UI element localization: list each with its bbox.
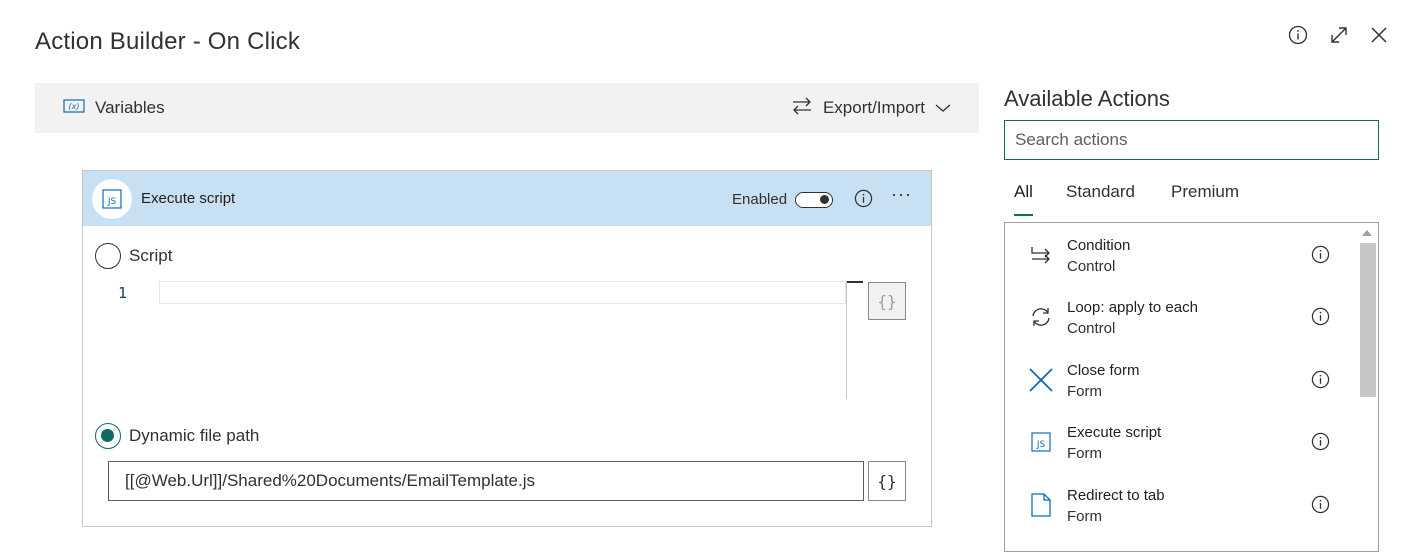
info-icon[interactable] <box>1311 495 1330 519</box>
info-icon[interactable] <box>1311 307 1330 331</box>
list-item-category: Form <box>1067 383 1102 400</box>
list-item-redirect-to-tab[interactable]: Redirect to tab Form <box>1005 477 1355 539</box>
tab-all[interactable]: All <box>1014 180 1033 216</box>
script-radio[interactable] <box>95 243 121 269</box>
scrollbar-thumb[interactable] <box>1360 243 1376 397</box>
actions-scrollbar[interactable] <box>1357 223 1378 551</box>
variables-label: Variables <box>95 98 165 117</box>
list-item-close-form[interactable]: Close form Form <box>1005 352 1355 414</box>
script-option-label: Script <box>129 246 173 265</box>
actions-list: Condition Control Loop: apply to each Co… <box>1004 222 1379 552</box>
script-editor[interactable] <box>159 281 846 399</box>
list-item-execute-script[interactable]: JS Execute script Form <box>1005 414 1355 476</box>
script-option[interactable]: Script <box>95 243 172 269</box>
dynamic-file-path-radio[interactable] <box>95 423 121 449</box>
list-item-name: Execute script <box>1067 424 1162 441</box>
list-item-name: Loop: apply to each <box>1067 299 1198 316</box>
enabled-label: Enabled <box>732 191 788 208</box>
variables-button[interactable]: (x) Variables <box>63 83 165 133</box>
list-item-category: Form <box>1067 445 1102 462</box>
tab-standard[interactable]: Standard <box>1066 180 1135 216</box>
available-actions-title: Available Actions <box>1004 86 1170 111</box>
js-icon: JS <box>1027 428 1055 456</box>
editor-scrollbar-thumb[interactable] <box>847 281 863 283</box>
dynamic-file-path-option[interactable]: Dynamic file path <box>95 423 259 449</box>
path-dynamic-content-button[interactable]: {} <box>868 461 906 501</box>
page-title: Action Builder - On Click <box>35 28 301 55</box>
action-card-header: JS Execute script Enabled ··· <box>83 171 931 226</box>
condition-icon <box>1027 241 1055 269</box>
info-button[interactable] <box>1285 22 1311 48</box>
enabled-toggle[interactable] <box>795 192 833 208</box>
export-import-label: Export/Import <box>822 98 925 117</box>
list-item-category: Form <box>1067 508 1102 525</box>
list-item-loop[interactable]: Loop: apply to each Control <box>1005 289 1355 351</box>
editor-scrollbar[interactable] <box>846 281 847 399</box>
file-path-input[interactable]: [[@Web.Url]]/Shared%20Documents/EmailTem… <box>108 461 864 501</box>
tab-premium[interactable]: Premium <box>1171 180 1239 216</box>
list-item-name: Condition <box>1067 237 1131 254</box>
js-icon: JS <box>92 179 132 219</box>
list-item-category: Control <box>1067 258 1116 275</box>
list-item-condition[interactable]: Condition Control <box>1005 227 1355 289</box>
info-icon <box>1288 25 1308 45</box>
loop-icon <box>1027 303 1055 331</box>
svg-text:JS: JS <box>1036 440 1046 450</box>
scroll-up-icon[interactable] <box>1362 230 1372 236</box>
list-item-name: Close form <box>1067 362 1140 379</box>
close-icon <box>1370 26 1388 44</box>
expand-icon <box>1329 25 1349 45</box>
variable-icon: (x) <box>63 98 85 119</box>
script-dynamic-content-button[interactable]: {} <box>868 282 906 320</box>
line-number: 1 <box>118 284 128 302</box>
list-item-category: Control <box>1067 320 1116 337</box>
info-icon[interactable] <box>1311 245 1330 269</box>
dynamic-file-path-label: Dynamic file path <box>129 426 260 445</box>
toggle-knob <box>820 195 829 204</box>
chevron-down-icon <box>935 98 951 118</box>
close-button[interactable] <box>1366 22 1392 48</box>
swap-arrows-icon <box>791 97 813 120</box>
action-card: JS Execute script Enabled ··· Script 1 {… <box>82 170 932 527</box>
action-toolbar: (x) Variables Export/Import <box>35 83 979 133</box>
more-options-icon[interactable]: ··· <box>891 184 912 205</box>
list-item-name: Redirect to tab <box>1067 487 1165 504</box>
info-icon[interactable] <box>1311 432 1330 456</box>
svg-text:(x): (x) <box>69 102 80 111</box>
page-icon <box>1027 491 1055 519</box>
action-card-title: Execute script <box>141 190 236 207</box>
expand-button[interactable] <box>1326 22 1352 48</box>
info-icon[interactable] <box>1311 370 1330 394</box>
search-actions-input[interactable] <box>1004 120 1379 160</box>
export-import-button[interactable]: Export/Import <box>791 83 951 133</box>
action-info-icon[interactable] <box>854 189 873 213</box>
svg-text:JS: JS <box>107 197 117 207</box>
script-code-line[interactable] <box>159 281 846 304</box>
close-form-icon <box>1027 366 1055 394</box>
